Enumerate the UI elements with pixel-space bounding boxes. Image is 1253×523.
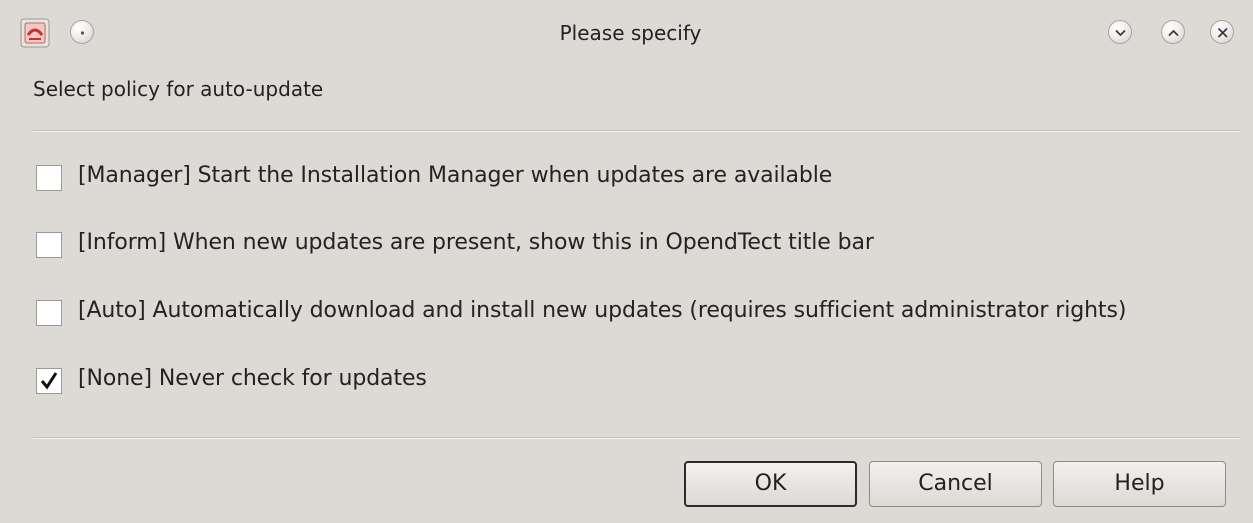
window-title: Please specify <box>559 21 702 45</box>
cancel-button[interactable]: Cancel <box>869 461 1042 507</box>
option-none[interactable]: [None] Never check for updates <box>36 366 1236 396</box>
inform-checkbox[interactable] <box>36 232 62 258</box>
bottom-divider <box>33 437 1241 439</box>
close-button[interactable] <box>1210 20 1234 44</box>
dialog-window: Please specify Select policy for auto-up… <box>8 8 1253 523</box>
option-manager[interactable]: [Manager] Start the Installation Manager… <box>36 163 1236 193</box>
option-inform[interactable]: [Inform] When new updates are present, s… <box>36 230 1236 260</box>
checkmark-icon <box>40 372 58 390</box>
minimize-button[interactable] <box>1108 20 1132 44</box>
close-icon <box>1218 28 1228 38</box>
maximize-button[interactable] <box>1161 20 1185 44</box>
auto-checkbox[interactable] <box>36 300 62 326</box>
minimize-icon <box>1115 30 1126 36</box>
help-button[interactable]: Help <box>1053 461 1226 507</box>
none-option-label[interactable]: [None] Never check for updates <box>78 366 427 391</box>
manager-checkbox[interactable] <box>36 165 62 191</box>
inform-option-label[interactable]: [Inform] When new updates are present, s… <box>78 230 874 255</box>
top-divider <box>33 130 1241 132</box>
maximize-icon <box>1168 30 1179 36</box>
option-auto[interactable]: [Auto] Automatically download and instal… <box>36 298 1236 328</box>
manager-option-label[interactable]: [Manager] Start the Installation Manager… <box>78 163 832 188</box>
none-checkbox[interactable] <box>36 368 62 394</box>
auto-option-label[interactable]: [Auto] Automatically download and instal… <box>78 298 1126 323</box>
ok-button[interactable]: OK <box>684 461 857 507</box>
policy-prompt: Select policy for auto-update <box>33 77 324 101</box>
title-bar[interactable]: Please specify <box>8 8 1253 56</box>
